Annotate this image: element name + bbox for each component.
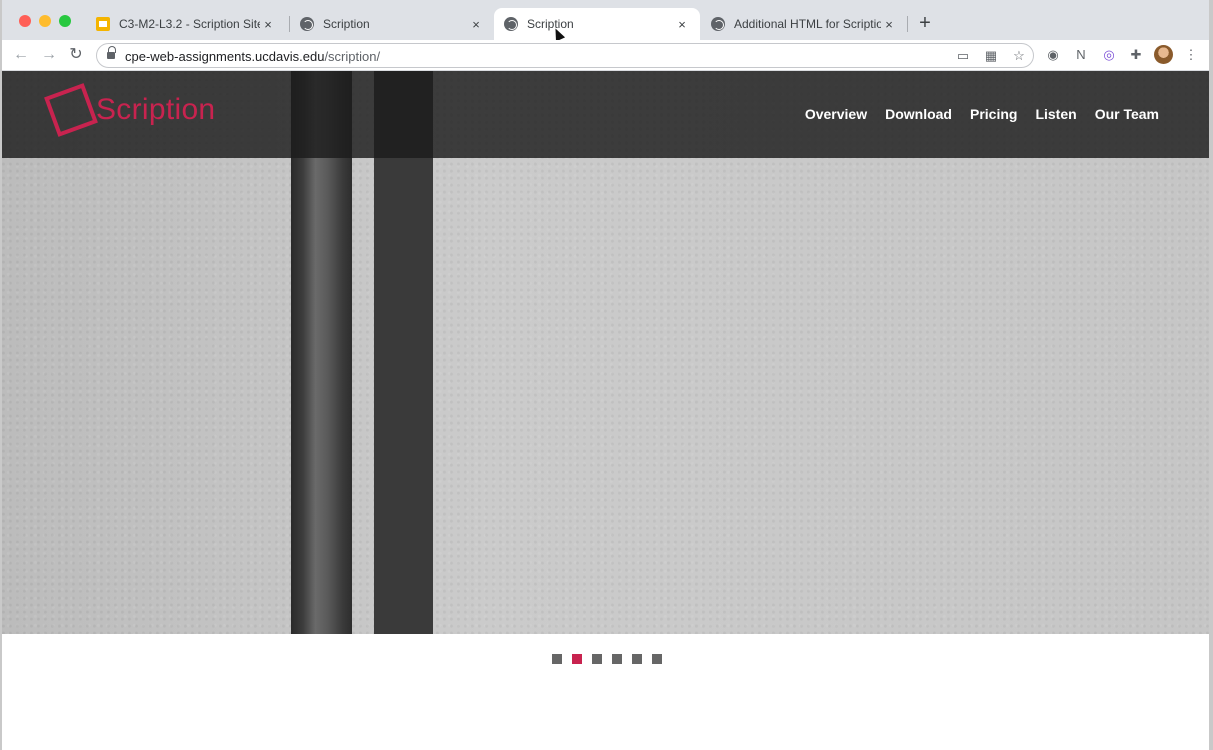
close-tab-icon[interactable]: × bbox=[674, 17, 690, 32]
notion-icon[interactable]: N bbox=[1073, 47, 1089, 63]
web-page: Scription Overview Download Pricing List… bbox=[2, 71, 1209, 750]
forward-button[interactable]: → bbox=[38, 44, 60, 66]
menu-listen-link[interactable]: Listen bbox=[1035, 106, 1076, 122]
close-window-button[interactable] bbox=[19, 15, 31, 27]
tab-3-active[interactable]: Scription × bbox=[494, 8, 700, 40]
slides-icon bbox=[96, 17, 110, 31]
browser-toolbar: ← → ↻ cpe-web-assignments.ucdavis.edu/sc… bbox=[2, 40, 1209, 71]
tab-2[interactable]: Scription × bbox=[290, 8, 494, 40]
tab-4[interactable]: Additional HTML for Scription × bbox=[701, 8, 907, 40]
carousel-dot[interactable] bbox=[632, 654, 642, 664]
window-controls bbox=[19, 15, 71, 27]
globe-icon bbox=[711, 17, 725, 31]
cast-icon[interactable]: ▭ bbox=[955, 48, 971, 64]
logo-text: Scription bbox=[96, 93, 216, 126]
lock-icon[interactable] bbox=[107, 46, 116, 59]
carousel-dot[interactable] bbox=[572, 654, 582, 664]
qr-icon[interactable]: ▦ bbox=[983, 48, 999, 64]
carousel-dot[interactable] bbox=[552, 654, 562, 664]
tab-strip: C3-M2-L3.2 - Scription Site - × Scriptio… bbox=[2, 0, 1209, 42]
carousel-dot[interactable] bbox=[612, 654, 622, 664]
tab-title: Additional HTML for Scription bbox=[734, 17, 881, 31]
new-tab-button[interactable]: + bbox=[915, 13, 935, 34]
tab-separator bbox=[907, 16, 908, 32]
site-navbar: Scription Overview Download Pricing List… bbox=[2, 71, 1209, 158]
carousel-dot[interactable] bbox=[592, 654, 602, 664]
profile-avatar[interactable] bbox=[1154, 45, 1173, 64]
browser-window: C3-M2-L3.2 - Scription Site - × Scriptio… bbox=[0, 0, 1213, 750]
address-bar[interactable]: cpe-web-assignments.ucdavis.edu/scriptio… bbox=[96, 43, 1034, 68]
close-tab-icon[interactable]: × bbox=[260, 17, 276, 32]
url-host: cpe-web-assignments.ucdavis.edu bbox=[125, 49, 325, 64]
menu-dots-icon[interactable]: ⋮ bbox=[1183, 47, 1199, 63]
extension-grey-icon[interactable]: ◉ bbox=[1045, 47, 1061, 63]
zoom-window-button[interactable] bbox=[59, 15, 71, 27]
reload-button[interactable]: ↻ bbox=[65, 44, 87, 66]
menu-download-link[interactable]: Download bbox=[885, 106, 952, 122]
tab-title: Scription bbox=[323, 17, 370, 31]
menu-overview-link[interactable]: Overview bbox=[805, 106, 867, 122]
globe-icon bbox=[504, 17, 518, 31]
minimize-window-button[interactable] bbox=[39, 15, 51, 27]
url-path: /scription/ bbox=[324, 49, 381, 64]
close-tab-icon[interactable]: × bbox=[881, 17, 897, 32]
globe-icon bbox=[300, 17, 314, 31]
puzzle-icon[interactable]: ✚ bbox=[1128, 47, 1144, 63]
bookmark-star-icon[interactable]: ☆ bbox=[1011, 48, 1027, 64]
site-menu: Overview Download Pricing Listen Our Tea… bbox=[805, 106, 1159, 122]
tab-1[interactable]: C3-M2-L3.2 - Scription Site - × bbox=[86, 8, 286, 40]
menu-our-team-link[interactable]: Our Team bbox=[1095, 106, 1159, 122]
color-wheel-icon[interactable]: ◎ bbox=[1101, 47, 1117, 63]
site-logo[interactable]: Scription bbox=[44, 81, 234, 147]
menu-pricing-link[interactable]: Pricing bbox=[970, 106, 1017, 122]
logo-square-icon bbox=[44, 83, 98, 137]
tab-title: Scription bbox=[527, 17, 574, 31]
carousel-dot[interactable] bbox=[652, 654, 662, 664]
url-text[interactable]: cpe-web-assignments.ucdavis.edu/scriptio… bbox=[125, 49, 380, 64]
tab-title: C3-M2-L3.2 - Scription Site - bbox=[119, 17, 260, 31]
carousel-indicators bbox=[552, 654, 662, 664]
back-button[interactable]: ← bbox=[10, 44, 32, 66]
close-tab-icon[interactable]: × bbox=[468, 17, 484, 32]
